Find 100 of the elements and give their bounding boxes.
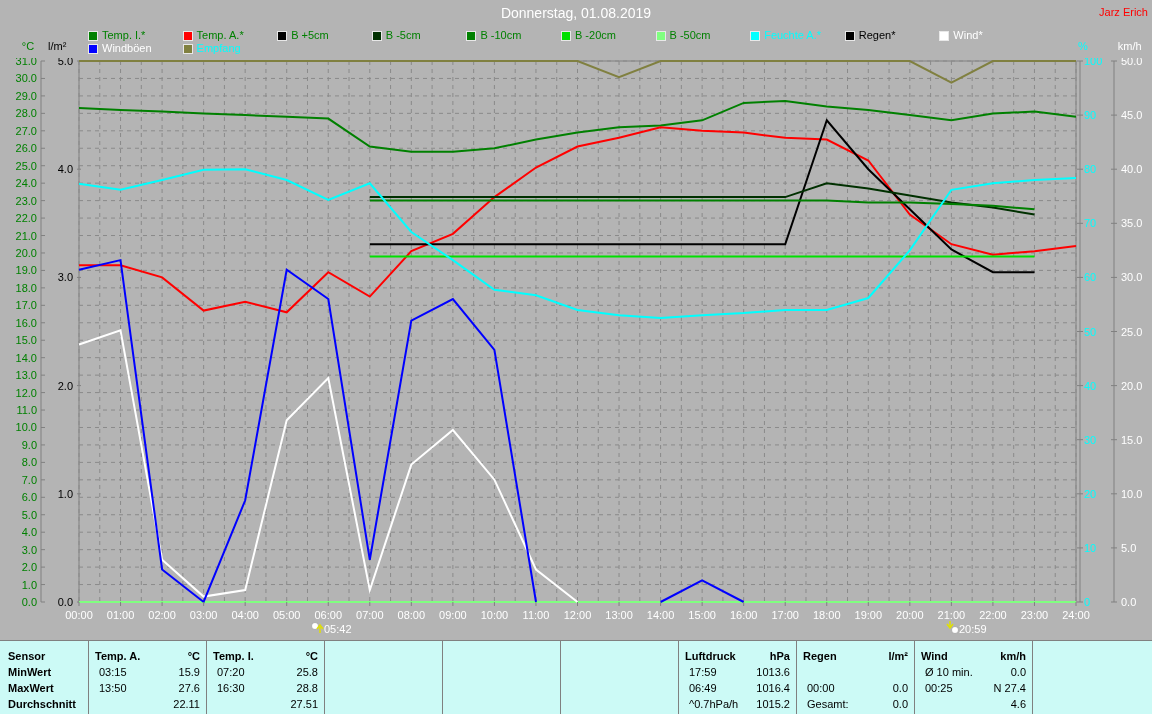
axis-tick-label: 5.0: [21, 508, 37, 521]
axis-tick-label: 23.0: [15, 194, 37, 207]
axis-unit: l/m²: [48, 38, 67, 54]
axis-tick-label: 14.0: [15, 351, 37, 364]
axis-tick-label: 02:00: [148, 609, 176, 621]
value-text: 1015.2: [756, 696, 790, 712]
value-text: 0.0: [892, 680, 908, 696]
axis-tick-label: 5.0: [1121, 541, 1137, 554]
time-text: 00:25: [924, 680, 953, 696]
axis-tick-label: 01:00: [106, 609, 135, 621]
row-label: Sensor: [8, 649, 47, 664]
axis-tick-label: 30.0: [15, 72, 37, 85]
value-text: 15.9: [178, 664, 200, 680]
time-text: ^0.7hPa/h: [688, 696, 739, 712]
time-text: 13:50: [98, 680, 127, 696]
axis-tick-label: 12:00: [563, 609, 592, 621]
author-name: Jarz Erich: [1099, 5, 1148, 20]
axis-tick-label: 2.0: [57, 379, 73, 392]
axis-tick-label: 29.0: [15, 89, 37, 102]
axis-tick-label: 26.0: [15, 142, 37, 155]
column-unit: hPa: [769, 648, 790, 664]
axis-tick-label: 100: [1084, 58, 1103, 67]
axis-tick-label: 60: [1084, 271, 1097, 284]
axis-tick-label: 20: [1084, 487, 1097, 500]
axis-tick-label: 20.0: [15, 246, 37, 259]
chart-title: Donnerstag, 01.08.2019: [500, 4, 652, 23]
axis-tick-label: 18.0: [15, 281, 37, 294]
legend-label: Temp. A.*: [196, 29, 244, 42]
axis-tick-label: 06:00: [314, 609, 342, 621]
row-label: Durchschnitt: [8, 697, 77, 712]
axis-tick-label: 08:00: [397, 609, 426, 621]
axis-tick-label: 11:00: [522, 609, 550, 621]
legend-label: B -5cm: [385, 29, 421, 42]
axis-tick-label: 10.0: [1121, 487, 1143, 500]
axis-tick-label: 14:00: [646, 609, 675, 621]
axis-tick-label: 24:00: [1062, 609, 1090, 621]
axis-tick-label: 15:00: [688, 609, 716, 621]
axis-tick-label: 21.0: [15, 229, 37, 242]
column-unit: km/h: [1000, 648, 1026, 664]
legend-label: Empfang: [196, 42, 241, 55]
axis-tick-label: 40: [1084, 379, 1097, 392]
legend-label: Temp. I.*: [102, 29, 146, 42]
time-text: 16:30: [216, 680, 245, 696]
axis-tick-label: 22:00: [979, 609, 1007, 621]
value-text: 1013.6: [756, 664, 790, 680]
sunrise-time: 05:42: [324, 623, 352, 635]
legend-label: Windböen: [102, 42, 152, 55]
value-text: 1016.4: [756, 680, 790, 696]
axis-tick-label: 0.0: [21, 596, 37, 608]
axis-tick-label: 15.0: [15, 334, 37, 347]
legend-label: Feuchte A.*: [764, 29, 822, 42]
axis-tick-label: 5.0: [57, 58, 73, 67]
axis-tick-label: 0: [1084, 596, 1091, 608]
axis-tick-label: 12.0: [15, 386, 37, 399]
axis-tick-label: 10.0: [15, 421, 37, 434]
sunrise-icon: [311, 622, 324, 634]
axis-tick-label: 8.0: [21, 456, 37, 469]
axis-tick-label: 50: [1084, 325, 1097, 338]
axis-tick-label: 4.0: [57, 163, 73, 176]
column-title: Regen: [803, 648, 837, 664]
axis-tick-label: 2.0: [21, 561, 37, 574]
axis-tick-label: 17.0: [15, 299, 37, 312]
axis-tick-label: 03:00: [189, 609, 218, 621]
axis-tick-label: 90: [1084, 109, 1097, 122]
column-title: Temp. A.: [95, 648, 141, 664]
legend-label: B +5cm: [291, 29, 329, 42]
time-text: Ø 10 min.: [924, 664, 973, 680]
axis-tick-label: 09:00: [439, 609, 467, 621]
axis-tick-label: 20.0: [1121, 379, 1143, 392]
axis-tick-label: 50.0: [1121, 58, 1143, 67]
value-text: 4.6: [1010, 696, 1026, 712]
axis-tick-label: 0.0: [1121, 596, 1137, 608]
value-text: N 27.4: [993, 680, 1026, 696]
value-text: 22.11: [173, 696, 200, 712]
legend-label: Wind*: [953, 29, 983, 42]
sunset-time: 20:59: [959, 623, 987, 635]
axis-tick-label: 22.0: [15, 212, 37, 225]
axis-tick-label: 1.0: [57, 487, 73, 500]
axis-tick-label: 21:00: [937, 609, 966, 621]
column-title: Wind: [921, 648, 948, 664]
value-text: 0.0: [892, 696, 908, 712]
time-text: 17:59: [688, 664, 717, 680]
axis-tick-label: 4.0: [21, 526, 37, 539]
axis-tick-label: 6.0: [21, 491, 37, 504]
axis-tick-label: 3.0: [21, 543, 37, 556]
axis-tick-label: 04:00: [231, 609, 259, 621]
axis-tick-label: 80: [1084, 163, 1097, 176]
column-title: Temp. I.: [213, 648, 254, 664]
time-text: 07:20: [216, 664, 245, 680]
row-label: MaxWert: [8, 681, 55, 696]
axis-tick-label: 07:00: [356, 609, 384, 621]
axis-tick-label: 25.0: [1121, 325, 1143, 338]
axis-tick-label: 45.0: [1121, 109, 1143, 122]
value-text: 0.0: [1010, 664, 1026, 680]
axis-tick-label: 0.0: [57, 596, 73, 608]
value-text: 27.6: [178, 680, 200, 696]
axis-tick-label: 30.0: [1121, 271, 1143, 284]
axis-tick-label: 35.0: [1121, 217, 1143, 230]
time-text: 06:49: [688, 680, 717, 696]
axis-unit: °C: [20, 38, 36, 54]
